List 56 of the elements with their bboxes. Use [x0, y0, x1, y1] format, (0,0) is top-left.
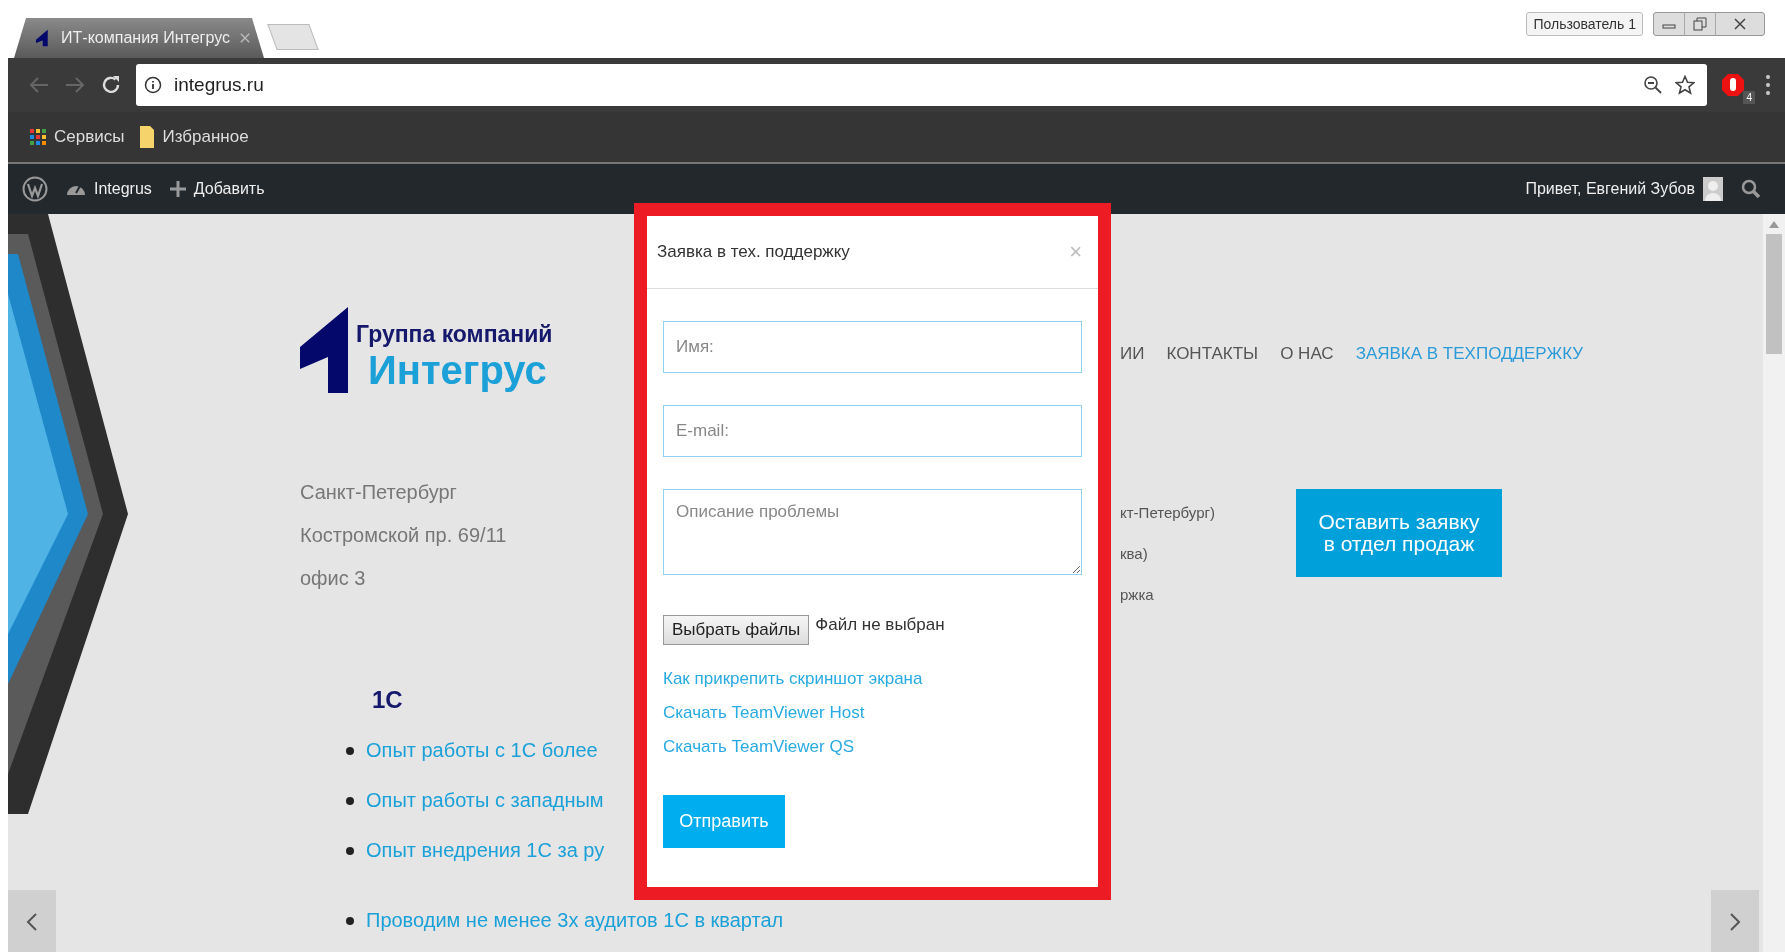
profile-button[interactable]: Пользователь 1 — [1526, 12, 1643, 36]
wordpress-logo-icon[interactable] — [22, 176, 48, 202]
bullet-icon — [346, 796, 354, 805]
restore-icon — [1693, 17, 1707, 31]
star-icon[interactable] — [1675, 75, 1695, 95]
address-line: офис 3 — [300, 567, 367, 590]
file-status: Файл не выбран — [815, 615, 945, 635]
back-icon[interactable] — [28, 75, 50, 95]
scrollbar-thumb[interactable] — [1766, 234, 1782, 354]
close-icon — [1733, 17, 1747, 31]
choose-files-button[interactable]: Выбрать файлы — [663, 615, 810, 645]
zoom-out-icon[interactable] — [1643, 75, 1663, 95]
plus-icon — [169, 181, 186, 197]
site-menu-item[interactable]: Integrus — [66, 180, 152, 198]
nav-link[interactable]: О НАС — [1280, 344, 1334, 364]
tab-title: ИТ-компания Интегрус — [61, 29, 230, 47]
add-new-menu-item[interactable]: Добавить — [169, 180, 265, 198]
chevron-right-icon — [1729, 912, 1741, 932]
close-icon[interactable] — [239, 32, 250, 44]
folder-icon — [140, 126, 155, 148]
section-heading: 1С — [372, 686, 404, 714]
contact-line: ржка — [1120, 586, 1155, 603]
bookmark-item[interactable]: Сервисы — [30, 127, 125, 147]
stop-sign-icon — [1721, 73, 1745, 97]
nav-link[interactable]: КОНТАКТЫ — [1166, 344, 1259, 364]
url-text: integrus.ru — [174, 74, 264, 96]
bullet-icon — [346, 846, 354, 855]
apps-grid-icon — [30, 129, 46, 145]
text-field[interactable]: Имя: — [663, 321, 1082, 373]
forward-icon[interactable] — [64, 75, 86, 95]
avatar-icon — [1703, 177, 1723, 201]
contact-line: ква) — [1120, 545, 1149, 562]
bullet-icon — [346, 746, 354, 755]
description-field[interactable]: Описание проблемы — [663, 489, 1082, 575]
address-line: Санкт-Петербург — [300, 481, 458, 504]
nav-link[interactable]: ИИ — [1120, 344, 1145, 364]
extension-badge: 4 — [1743, 91, 1755, 104]
account-menu-item[interactable]: Привет, Евгений Зубов — [1525, 177, 1723, 201]
logo-tagline: Группа компаний — [356, 321, 553, 348]
address-bar[interactable]: integrus.ru — [136, 64, 1707, 106]
browser-tab[interactable]: ИТ-компания Интегрус — [14, 18, 264, 58]
scrollbar[interactable] — [1763, 214, 1785, 952]
contact-line: кт-Петербург) — [1120, 504, 1216, 521]
info-icon[interactable] — [144, 76, 162, 94]
bookmark-item[interactable]: Избранное — [140, 126, 249, 148]
bullet-icon — [346, 916, 354, 925]
search-icon[interactable] — [1741, 179, 1761, 199]
dialog-title: Заявка в тех. поддержку — [657, 242, 850, 262]
logo-icon — [300, 307, 350, 393]
address-line: Костромской пр. 69/11 — [300, 524, 508, 547]
text-field[interactable]: E-mail: — [663, 405, 1082, 457]
reload-icon[interactable] — [100, 74, 122, 96]
scroll-up-icon[interactable] — [1769, 220, 1779, 228]
logo-name: Интегрус — [368, 348, 547, 393]
menu-icon[interactable] — [1765, 74, 1771, 96]
chevron-left-icon — [26, 912, 38, 932]
